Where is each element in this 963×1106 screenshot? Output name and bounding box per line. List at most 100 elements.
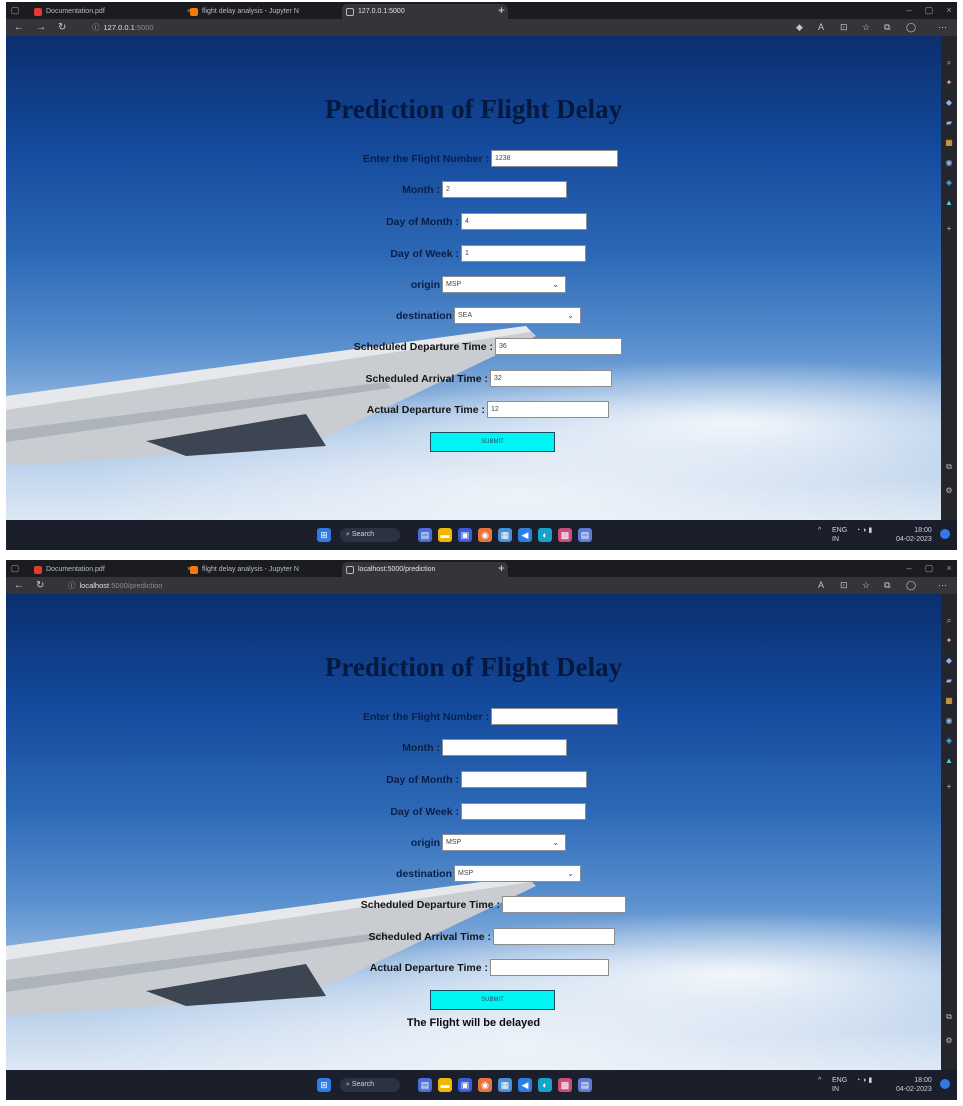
scheduled-departure-input[interactable]: 36 <box>495 338 622 355</box>
games-icon[interactable]: ▰ <box>944 118 954 128</box>
close-window-icon[interactable]: × <box>944 563 954 573</box>
taskbar-search[interactable]: ⌕ Search <box>340 528 400 542</box>
day-of-month-input[interactable]: 4 <box>461 213 587 230</box>
outlook-icon[interactable]: ◉ <box>944 158 954 168</box>
profile-icon[interactable]: ◯ <box>906 579 916 592</box>
day-of-month-input[interactable] <box>461 771 587 788</box>
task-view-icon[interactable]: ▤ <box>418 528 432 542</box>
chrome-icon[interactable]: ◉ <box>478 528 492 542</box>
app-taskbar-icon[interactable]: ▤ <box>578 528 592 542</box>
favorite-icon[interactable]: ☆ <box>862 579 870 592</box>
outlook-icon[interactable]: ◉ <box>944 716 954 726</box>
edge-icon[interactable]: ◐ <box>538 528 552 542</box>
origin-select[interactable]: MSP ⌄ <box>442 834 566 851</box>
scheduled-arrival-input[interactable]: 32 <box>490 370 612 387</box>
search-icon[interactable]: ⌕ <box>944 616 954 626</box>
start-icon[interactable]: ⊞ <box>317 1078 331 1092</box>
office-icon[interactable]: ▦ <box>944 696 954 706</box>
start-icon[interactable]: ⊞ <box>317 528 331 542</box>
notification-icon[interactable] <box>940 1079 950 1089</box>
forward-icon[interactable]: → <box>36 21 46 34</box>
vscode-icon[interactable]: ◀ <box>518 528 532 542</box>
shopping-icon[interactable]: ✦ <box>944 78 954 88</box>
task-view-icon[interactable]: ▤ <box>418 1078 432 1092</box>
language-indicator[interactable]: ENG IN <box>832 1076 847 1094</box>
tab-documentation[interactable]: Documentation.pdf × <box>30 562 196 577</box>
day-of-week-input[interactable] <box>461 803 586 820</box>
new-tab-button[interactable]: + <box>498 3 505 18</box>
more-icon[interactable]: ⋯ <box>938 21 947 34</box>
window-menu-icon[interactable]: ▢ <box>10 563 20 573</box>
app-icon[interactable]: ⊡ <box>840 21 848 34</box>
designer-icon[interactable]: ▲ <box>944 198 954 208</box>
tab-flask-app[interactable]: 127.0.0.1:5000 × <box>342 4 508 19</box>
taskbar-search[interactable]: ⌕ Search <box>340 1078 400 1092</box>
actual-departure-input[interactable] <box>490 959 609 976</box>
tray-chevron-icon[interactable]: ^ <box>818 526 821 535</box>
clock[interactable]: 18:00 04-02-2023 <box>896 526 932 544</box>
month-input[interactable]: 2 <box>442 181 567 198</box>
destination-select[interactable]: MSP ⌄ <box>454 865 581 882</box>
month-input[interactable] <box>442 739 567 756</box>
shopping-icon[interactable]: ✦ <box>944 636 954 646</box>
calculator-icon[interactable]: ▦ <box>498 1078 512 1092</box>
teams-icon[interactable]: ▣ <box>458 528 472 542</box>
minimize-icon[interactable]: – <box>904 5 914 15</box>
edge-icon[interactable]: ◐ <box>538 1078 552 1092</box>
drop-icon[interactable]: ◈ <box>944 178 954 188</box>
photos-icon[interactable]: ▩ <box>558 528 572 542</box>
favorite-icon[interactable]: ☆ <box>862 21 870 34</box>
designer-icon[interactable]: ▲ <box>944 756 954 766</box>
collections-icon[interactable]: ⧉ <box>884 579 890 592</box>
maximize-icon[interactable]: ▢ <box>924 563 934 573</box>
reload-icon[interactable]: ↻ <box>36 579 44 592</box>
flight-number-input[interactable]: 1238 <box>491 150 618 167</box>
minimize-icon[interactable]: – <box>904 563 914 573</box>
wifi-volume-battery-icons[interactable]: ◔ ◑ ▮ <box>856 526 872 535</box>
clock[interactable]: 18:00 04-02-2023 <box>896 1076 932 1094</box>
tray-chevron-icon[interactable]: ^ <box>818 1076 821 1085</box>
drop-icon[interactable]: ◈ <box>944 736 954 746</box>
tab-jupyter[interactable]: flight delay analysis - Jupyter N × <box>186 562 352 577</box>
file-explorer-icon[interactable]: ▬ <box>438 528 452 542</box>
language-indicator[interactable]: ENG IN <box>832 526 847 544</box>
reload-icon[interactable]: ↻ <box>58 21 66 34</box>
photos-icon[interactable]: ▩ <box>558 1078 572 1092</box>
add-icon[interactable]: + <box>944 224 954 234</box>
back-icon[interactable]: ← <box>14 579 24 592</box>
app-icon[interactable]: ⊡ <box>840 579 848 592</box>
url-field[interactable]: ⓘ 127.0.0.1:5000 <box>92 20 452 35</box>
add-icon[interactable]: + <box>944 782 954 792</box>
sidebar-layout-icon[interactable]: ⧉ <box>944 1012 954 1022</box>
wifi-volume-battery-icons[interactable]: ◔ ◑ ▮ <box>856 1076 872 1085</box>
settings-icon[interactable]: ⚙ <box>944 1036 954 1046</box>
submit-button[interactable]: SUBMIT <box>430 432 555 452</box>
chrome-icon[interactable]: ◉ <box>478 1078 492 1092</box>
vscode-icon[interactable]: ◀ <box>518 1078 532 1092</box>
search-icon[interactable]: ⌕ <box>944 58 954 68</box>
day-of-week-input[interactable]: 1 <box>461 245 586 262</box>
destination-select[interactable]: SEA ⌄ <box>454 307 581 324</box>
file-explorer-icon[interactable]: ▬ <box>438 1078 452 1092</box>
url-field[interactable]: ⓘ localhost:5000/prediction <box>68 578 428 593</box>
app-taskbar-icon[interactable]: ▤ <box>578 1078 592 1092</box>
notification-icon[interactable] <box>940 529 950 539</box>
submit-button[interactable]: SUBMIT <box>430 990 555 1010</box>
scheduled-arrival-input[interactable] <box>493 928 615 945</box>
office-icon[interactable]: ▦ <box>944 138 954 148</box>
origin-select[interactable]: MSP ⌄ <box>442 276 566 293</box>
tools-icon[interactable]: ◆ <box>944 98 954 108</box>
tab-flask-app[interactable]: localhost:5000/prediction × <box>342 562 508 577</box>
tab-jupyter[interactable]: flight delay analysis - Jupyter N × <box>186 4 352 19</box>
actual-departure-input[interactable]: 12 <box>487 401 609 418</box>
window-menu-icon[interactable]: ▢ <box>10 5 20 15</box>
read-aloud-icon[interactable]: A <box>818 21 824 34</box>
more-icon[interactable]: ⋯ <box>938 579 947 592</box>
close-window-icon[interactable]: × <box>944 5 954 15</box>
back-icon[interactable]: ← <box>14 21 24 34</box>
games-icon[interactable]: ▰ <box>944 676 954 686</box>
read-aloud-icon[interactable]: A <box>818 579 824 592</box>
sidebar-layout-icon[interactable]: ⧉ <box>944 462 954 472</box>
settings-icon[interactable]: ⚙ <box>944 486 954 496</box>
teams-icon[interactable]: ▣ <box>458 1078 472 1092</box>
